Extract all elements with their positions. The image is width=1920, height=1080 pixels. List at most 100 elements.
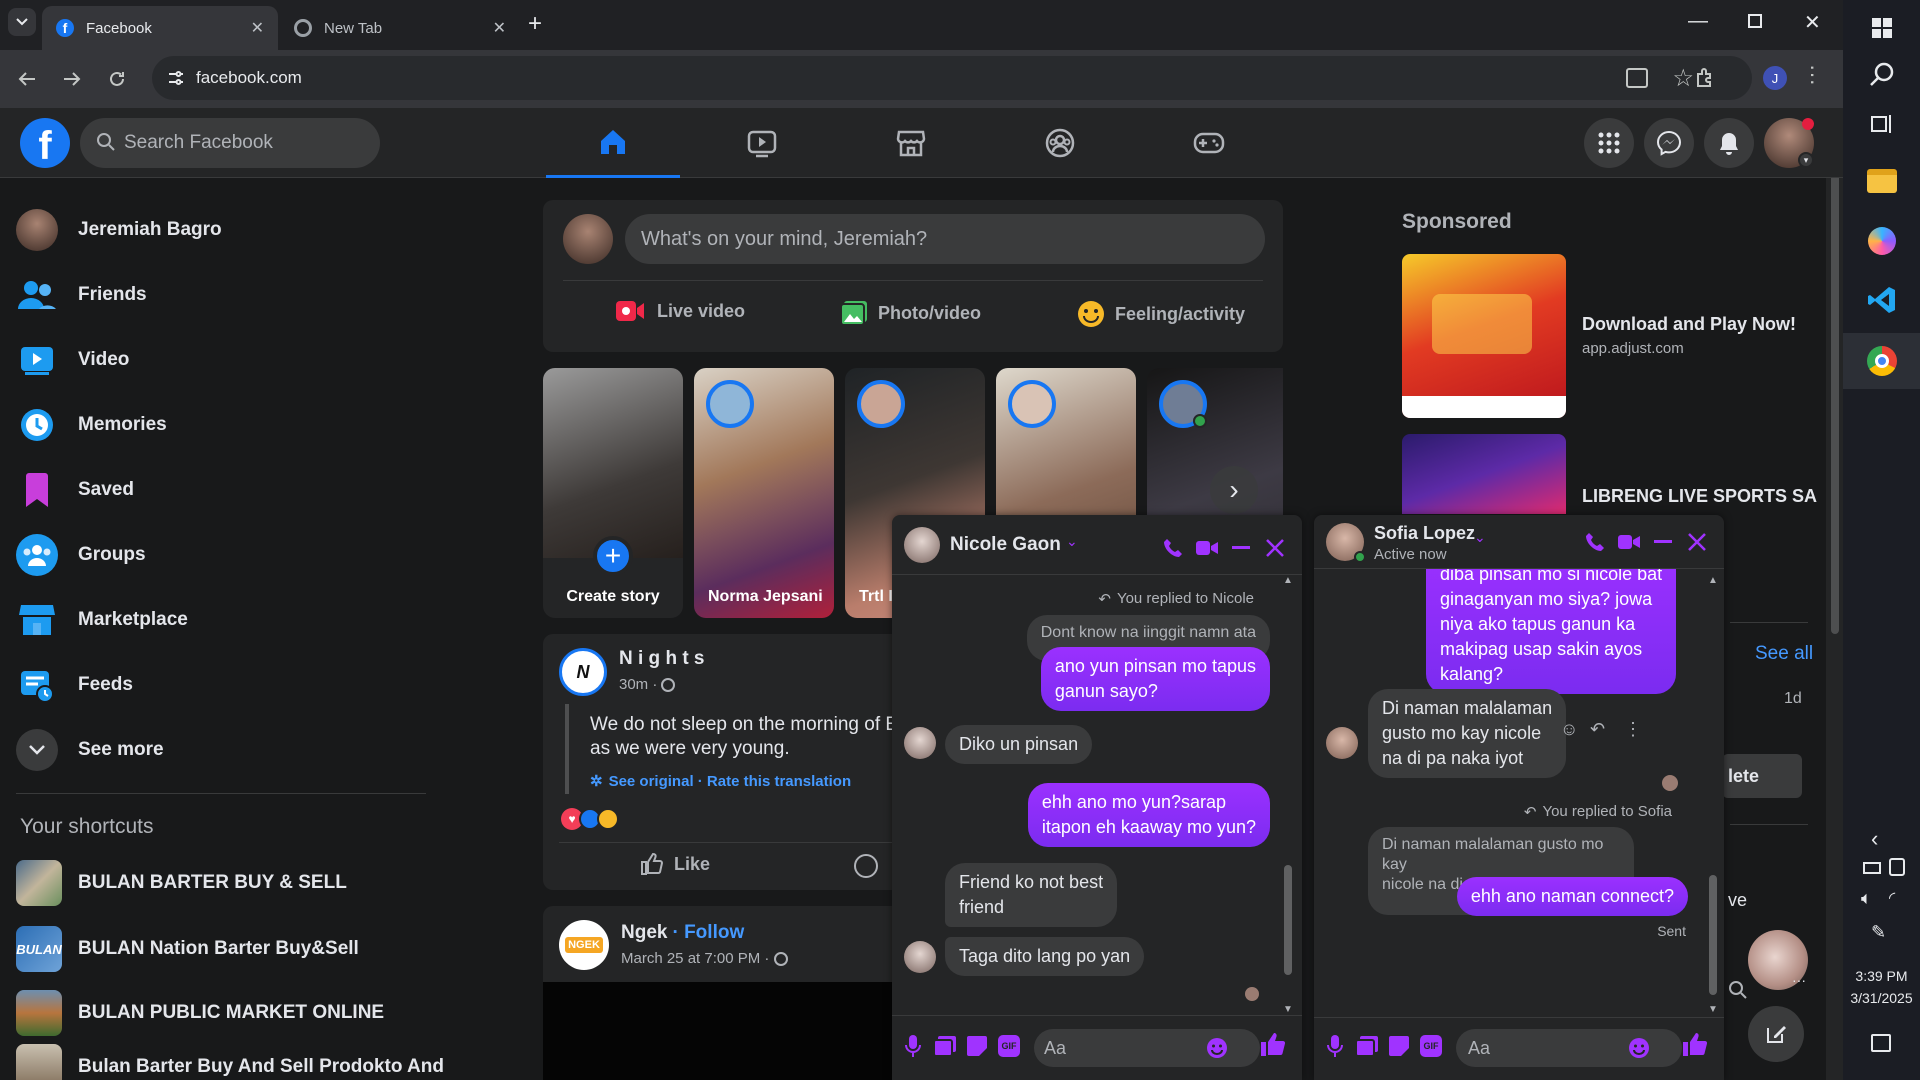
gallery-icon[interactable] xyxy=(932,1033,958,1059)
bookmark-star-icon[interactable]: ☆ xyxy=(1672,64,1694,93)
chrome-icon[interactable] xyxy=(1843,333,1920,389)
nav-groups[interactable] xyxy=(993,108,1127,178)
emoji-icon[interactable] xyxy=(1204,1035,1230,1061)
sidebar-item-profile[interactable]: Jeremiah Bagro xyxy=(16,200,222,260)
volume-icon[interactable]: 🔈︎ xyxy=(1861,888,1872,909)
reload-button[interactable] xyxy=(102,64,132,94)
like-button[interactable]: Like xyxy=(640,852,710,876)
close-chat-icon[interactable] xyxy=(1264,537,1286,559)
sticker-icon[interactable] xyxy=(1386,1033,1412,1059)
story-create[interactable]: + Create story xyxy=(543,368,683,618)
sticker-icon[interactable] xyxy=(964,1033,990,1059)
gif-icon[interactable]: GIF xyxy=(1418,1033,1444,1059)
post-author-name[interactable]: N i g h t s xyxy=(619,648,705,670)
live-video-button[interactable]: Live video xyxy=(615,300,745,322)
chat-contact-name[interactable]: Sofia Lopez xyxy=(1374,523,1475,544)
see-original-link[interactable]: ✲ See original · Rate this translation xyxy=(590,772,851,791)
sidebar-item-memories[interactable]: Memories xyxy=(16,395,167,455)
more-options-icon[interactable]: ⋮ xyxy=(1624,719,1642,740)
account-avatar[interactable]: ▾ xyxy=(1764,118,1814,168)
photo-video-button[interactable]: Photo/video xyxy=(840,300,981,326)
close-tab-icon[interactable]: ✕ xyxy=(251,18,264,38)
chat-scrollbar[interactable]: ▲ ▼ xyxy=(1281,575,1295,1015)
delete-button[interactable]: lete xyxy=(1722,754,1802,798)
feeling-activity-button[interactable]: Feeling/activity xyxy=(1077,300,1245,328)
scrollbar-thumb[interactable] xyxy=(1284,865,1292,975)
close-window-button[interactable]: ✕ xyxy=(1804,10,1821,35)
chevron-left-icon[interactable]: ‹ xyxy=(1871,826,1878,852)
sidebar-item-see-more[interactable]: See more xyxy=(16,720,164,780)
gif-icon[interactable]: GIF xyxy=(996,1033,1022,1059)
clock-time[interactable]: 3:39 PM xyxy=(1843,968,1920,984)
ad-card[interactable]: LIBRENG LIVE SPORTS SA xyxy=(1402,434,1822,514)
post-author-avatar[interactable]: NGEK xyxy=(559,920,609,970)
notifications-button[interactable] xyxy=(1704,118,1754,168)
scroll-up-arrow[interactable]: ▲ xyxy=(1708,575,1718,586)
nav-gaming[interactable] xyxy=(1142,108,1276,178)
scrollbar-thumb[interactable] xyxy=(1831,130,1839,634)
message-bubble-received[interactable]: Di naman malalaman gusto mo kay nicole n… xyxy=(1368,689,1567,778)
scrollbar-thumb[interactable] xyxy=(1709,875,1717,995)
sidebar-item-friends[interactable]: Friends xyxy=(16,265,147,325)
react-icon[interactable]: ☺ xyxy=(1560,719,1578,740)
nav-marketplace[interactable] xyxy=(844,108,978,178)
message-bubble-sent[interactable]: ano yun pinsan mo tapus ganun sayo? xyxy=(1040,647,1270,711)
search-icon[interactable] xyxy=(1728,980,1748,1000)
minimize-chat-icon[interactable] xyxy=(1230,537,1252,559)
shortcut-item[interactable]: BULAN BARTER BUY & SELL xyxy=(16,856,347,910)
messenger-button[interactable] xyxy=(1644,118,1694,168)
profile-avatar-button[interactable]: J xyxy=(1763,66,1787,90)
scroll-down-arrow[interactable]: ▼ xyxy=(1283,1004,1293,1015)
chevron-down-icon[interactable]: ⌄ xyxy=(1474,529,1486,546)
new-message-button[interactable] xyxy=(1748,1006,1804,1062)
new-tab-button[interactable]: + xyxy=(528,10,542,38)
pen-icon[interactable]: ✎ xyxy=(1871,922,1886,943)
phone-icon[interactable] xyxy=(1162,537,1184,559)
story-card[interactable]: Norma Jepsani xyxy=(694,368,834,618)
minimize-chat-icon[interactable] xyxy=(1652,531,1674,553)
notifications-icon[interactable] xyxy=(1871,1034,1891,1052)
meet-icon[interactable] xyxy=(1889,858,1905,876)
task-view-icon[interactable] xyxy=(1843,96,1920,152)
chat-contact-name[interactable]: Nicole Gaon xyxy=(950,534,1061,556)
video-call-icon[interactable] xyxy=(1196,537,1218,559)
message-bubble-sent[interactable]: ehh ano mo yun?sarap itapon eh kaaway mo… xyxy=(1027,783,1270,847)
follow-link[interactable]: · Follow xyxy=(672,922,744,944)
tab-search-button[interactable] xyxy=(8,8,36,36)
message-bubble-received[interactable]: Diko un pinsan xyxy=(945,725,1093,764)
extensions-icon[interactable] xyxy=(1694,66,1716,88)
chevron-down-icon[interactable]: ⌄ xyxy=(1066,533,1078,550)
post-time[interactable]: 30m · xyxy=(619,676,676,693)
search-icon[interactable] xyxy=(1843,47,1920,103)
chat-avatar[interactable] xyxy=(904,527,940,563)
chat-avatar[interactable] xyxy=(1326,523,1366,563)
ad-card[interactable]: Download and Play Now! app.adjust.com xyxy=(1402,254,1802,418)
message-bubble-sent[interactable]: diba pinsan mo si nicole bat ginaganyan … xyxy=(1426,569,1677,694)
tab-facebook[interactable]: f Facebook ✕ xyxy=(42,6,278,50)
sidebar-item-marketplace[interactable]: Marketplace xyxy=(16,590,188,650)
page-scrollbar[interactable] xyxy=(1826,108,1843,1080)
search-facebook-input[interactable]: Search Facebook xyxy=(80,118,380,168)
sidebar-item-saved[interactable]: Saved xyxy=(16,460,134,520)
file-explorer-icon[interactable] xyxy=(1843,153,1920,209)
shortcut-item[interactable]: BULAN BULAN Nation Barter Buy&Sell xyxy=(16,922,359,976)
sidebar-item-video[interactable]: Video xyxy=(16,330,129,390)
browser-menu-icon[interactable]: ··· xyxy=(1801,64,1826,86)
create-story-plus-icon[interactable]: + xyxy=(593,536,633,576)
scroll-up-arrow[interactable]: ▲ xyxy=(1283,575,1293,586)
post-author-name[interactable]: Ngek xyxy=(621,922,667,944)
comment-icon[interactable] xyxy=(854,854,878,878)
post-author-avatar[interactable]: N xyxy=(559,648,607,696)
video-call-icon[interactable] xyxy=(1618,531,1640,553)
stories-next-button[interactable]: › xyxy=(1210,466,1258,514)
close-tab-icon[interactable]: ✕ xyxy=(493,18,506,38)
forward-button[interactable] xyxy=(57,64,87,94)
tab-new-tab[interactable]: New Tab ✕ xyxy=(280,6,520,50)
gallery-icon[interactable] xyxy=(1354,1033,1380,1059)
phone-icon[interactable] xyxy=(1584,531,1606,553)
maximize-button[interactable] xyxy=(1748,14,1762,28)
message-bubble-received[interactable]: Taga dito lang po yan xyxy=(945,937,1145,976)
message-bubble-sent[interactable]: ehh ano naman connect? xyxy=(1456,877,1688,916)
shortcut-item[interactable]: Bulan Barter Buy And Sell Prodokto And xyxy=(16,1040,444,1080)
site-info-icon[interactable] xyxy=(166,68,186,88)
